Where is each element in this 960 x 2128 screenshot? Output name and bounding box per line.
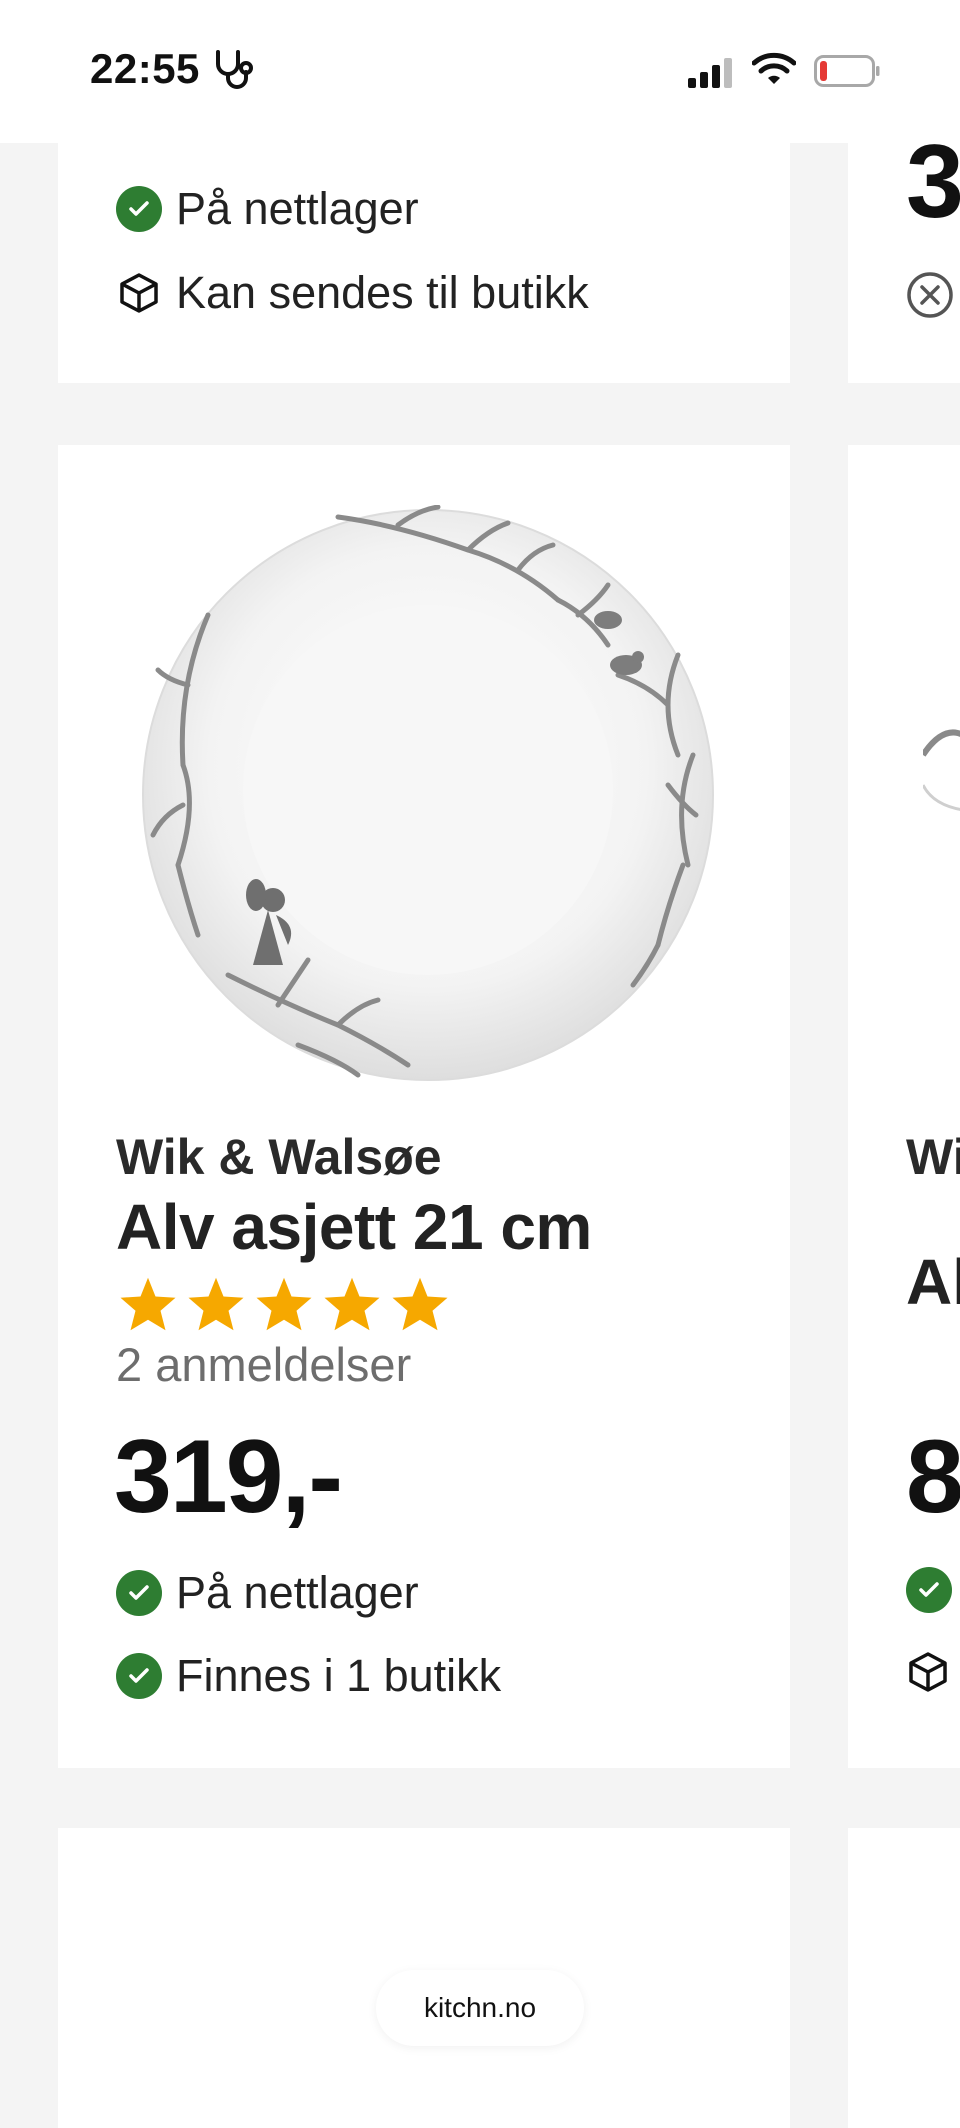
product-card-previous-right[interactable]: 3 <box>848 124 960 383</box>
star-icon <box>120 1277 176 1331</box>
product-image-peek[interactable] <box>923 695 960 815</box>
title-fragment: Al <box>906 1246 960 1318</box>
site-url-pill[interactable]: kitchn.no <box>376 1970 584 2046</box>
availability-row: Finnes i 1 butikk <box>116 1650 501 1702</box>
star-icon <box>256 1277 312 1331</box>
product-card[interactable]: Wik & Walsøe Alv asjett 21 cm 2 anmeldel… <box>58 445 790 1768</box>
box-icon <box>116 270 162 316</box>
availability-text: På nettlager <box>176 1567 419 1618</box>
star-icon <box>188 1277 244 1331</box>
box-icon <box>906 1650 950 1699</box>
availability-text: På nettlager <box>176 183 419 234</box>
check-circle-icon <box>116 186 162 232</box>
signal-icon <box>688 58 736 93</box>
site-url: kitchn.no <box>423 1992 537 2023</box>
availability-text: Kan sendes til butikk <box>176 267 589 318</box>
product-price: 319,- <box>114 1419 343 1535</box>
star-icon <box>324 1277 380 1331</box>
star-icon <box>392 1277 448 1331</box>
availability-row: På nettlager <box>116 1567 419 1619</box>
review-count[interactable]: 2 anmeldelser <box>116 1337 411 1392</box>
product-card-next-right[interactable] <box>848 1828 960 2128</box>
product-title[interactable]: Alv asjett 21 cm <box>116 1190 592 1264</box>
battery-low-icon <box>814 55 880 92</box>
status-time: 22:55 <box>90 45 200 92</box>
availability-row: Kan sendes til butikk <box>116 267 589 319</box>
brand-fragment: Wi <box>906 1129 960 1185</box>
availability-text: Finnes i 1 butikk <box>176 1650 502 1701</box>
wifi-icon <box>751 52 797 91</box>
rating-stars <box>118 1275 450 1333</box>
price-fragment: 8 <box>906 1419 960 1535</box>
product-card-right[interactable]: Wi Al 8 <box>848 445 960 1768</box>
check-circle-icon <box>116 1570 162 1616</box>
status-bar: 22:55 <box>0 0 960 143</box>
close-circle-icon <box>906 271 954 324</box>
product-image[interactable] <box>138 504 718 1090</box>
check-circle-icon <box>116 1653 162 1699</box>
stethoscope-icon <box>212 48 260 97</box>
availability-row: På nettlager <box>116 183 419 235</box>
product-card-previous[interactable]: På nettlager Kan sendes til butikk <box>58 143 790 383</box>
check-circle-icon <box>906 1567 952 1613</box>
product-brand: Wik & Walsøe <box>116 1129 442 1185</box>
